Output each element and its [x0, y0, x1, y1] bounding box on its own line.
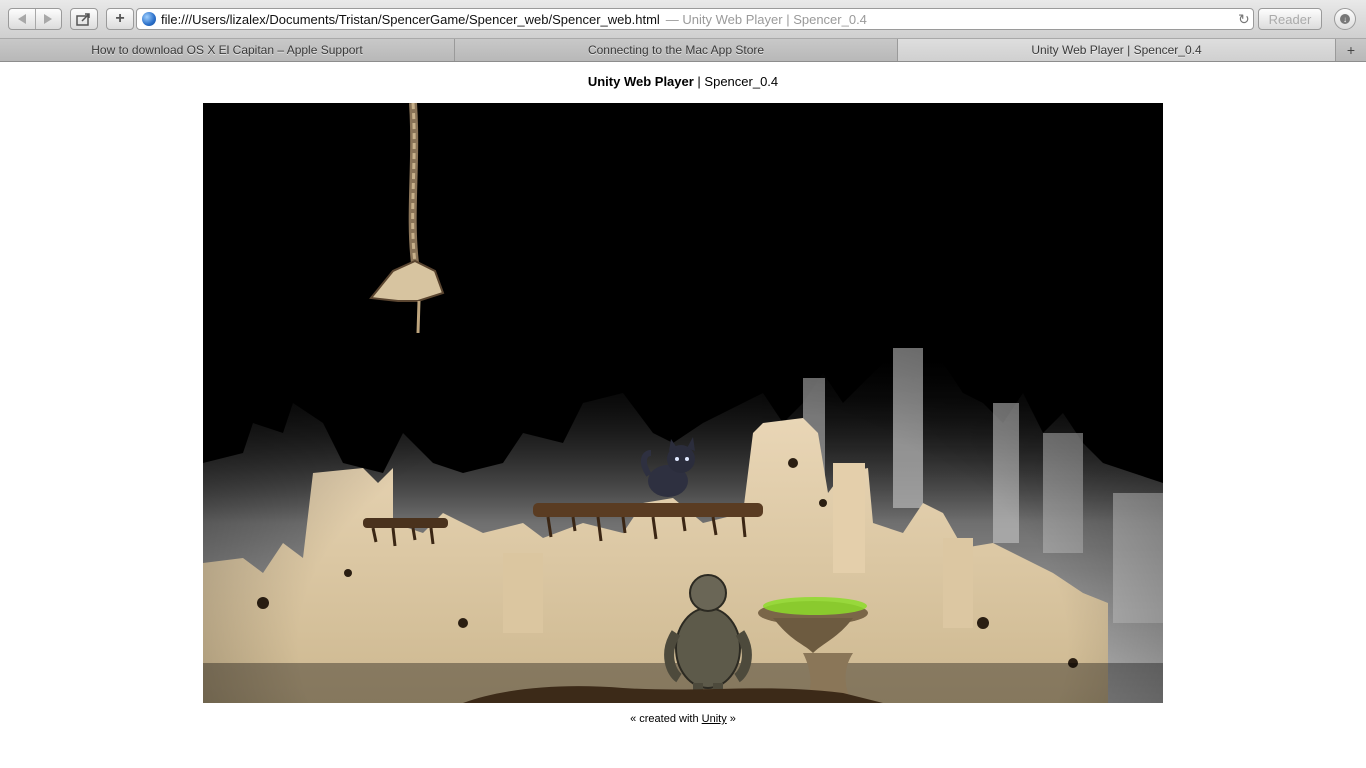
address-bar[interactable]: file:///Users/lizalex/Documents/Tristan/… — [136, 8, 1254, 30]
downloads-button[interactable]: ↓ — [1334, 8, 1356, 30]
page-title: Unity Web Player | Spencer_0.4 — [0, 74, 1366, 89]
page-title-bold: Unity Web Player — [587, 74, 694, 89]
browser-toolbar: + file:///Users/lizalex/Documents/Trista… — [0, 0, 1366, 39]
footer-suffix: » — [726, 713, 736, 725]
add-bookmark-button[interactable]: + — [106, 8, 134, 30]
share-button[interactable] — [70, 8, 98, 30]
back-button[interactable] — [9, 9, 35, 29]
forward-button[interactable] — [34, 9, 62, 29]
tab-mac-app-store[interactable]: Connecting to the Mac App Store — [455, 39, 898, 61]
footer-prefix: « created with — [630, 713, 702, 725]
tab-apple-support[interactable]: How to download OS X El Capitan – Apple … — [0, 39, 455, 61]
unity-player[interactable] — [203, 103, 1163, 703]
tab-bar: How to download OS X El Capitan – Apple … — [0, 39, 1366, 62]
unity-link[interactable]: Unity — [702, 713, 727, 725]
game-scene — [203, 103, 1163, 703]
plus-icon: + — [1346, 42, 1356, 58]
reload-icon[interactable]: ↻ — [1238, 11, 1250, 28]
page-title-separator: | — [693, 74, 705, 89]
page-title-name: Spencer_0.4 — [704, 74, 779, 89]
address-page-title: — Unity Web Player | Spencer_0.4 — [665, 11, 867, 27]
download-icon: ↓ — [1340, 14, 1350, 24]
reader-button[interactable]: Reader — [1258, 8, 1322, 30]
plus-icon: + — [115, 10, 125, 27]
forward-arrow-icon — [44, 14, 53, 24]
tab-unity-web-player[interactable]: Unity Web Player | Spencer_0.4 — [898, 39, 1336, 61]
page-footer: « created with Unity » — [0, 713, 1366, 725]
navigation-buttons — [8, 8, 62, 30]
back-arrow-icon — [17, 14, 26, 24]
new-tab-button[interactable]: + — [1336, 39, 1366, 61]
share-icon — [76, 13, 90, 26]
vignette-overlay — [203, 103, 1163, 703]
url-text: file:///Users/lizalex/Documents/Tristan/… — [161, 11, 660, 27]
globe-icon — [142, 12, 156, 26]
